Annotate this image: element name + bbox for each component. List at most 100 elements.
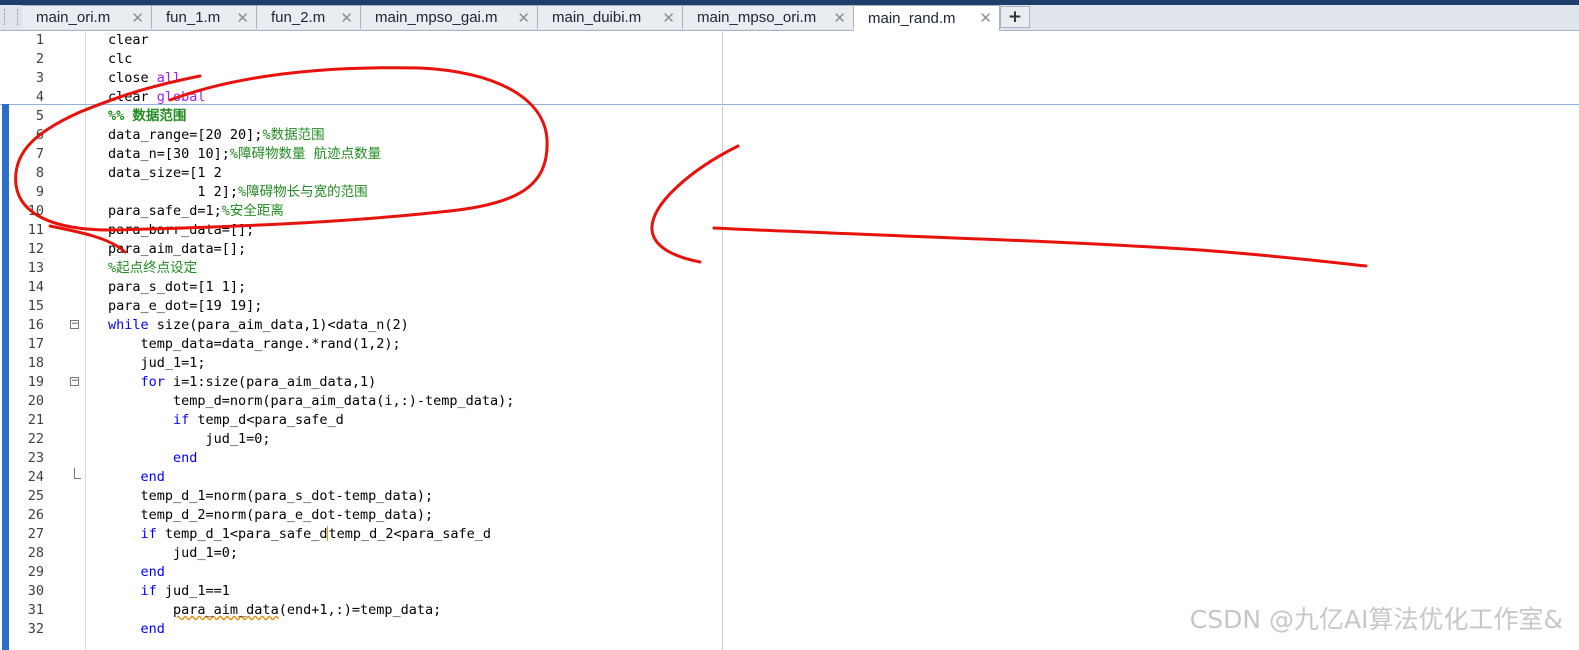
- code-line[interactable]: 1 clear: [0, 31, 1579, 50]
- tab-fun-2[interactable]: fun_2.m ✕: [257, 5, 361, 29]
- code-text: data_range=[20 20];%数据范围: [108, 126, 325, 145]
- code-token: temp_d_2<para_safe_d: [328, 526, 492, 542]
- keyword-token: end: [173, 450, 198, 466]
- line-number: 2: [35, 51, 44, 67]
- code-token: temp_d=norm(para_aim_data(i,:)-temp_data…: [108, 393, 515, 409]
- tab-fun-1[interactable]: fun_1.m ✕: [152, 5, 257, 29]
- keyword-token: if: [140, 526, 157, 542]
- line-number: 9: [35, 184, 44, 200]
- code-token: i=1:size(para_aim_data,1): [164, 374, 377, 390]
- code-line[interactable]: 9 1 2];%障碍物长与宽的范围: [0, 183, 1579, 202]
- code-line[interactable]: 19 − for i=1:size(para_aim_data,1): [0, 373, 1579, 392]
- code-text: temp_d_2=norm(para_e_dot-temp_data);: [108, 506, 434, 525]
- close-icon[interactable]: ✕: [517, 10, 530, 26]
- code-line[interactable]: 6 data_range=[20 20];%数据范围: [0, 126, 1579, 145]
- code-token: jud_1==1: [156, 583, 230, 599]
- comment-token: %障碍物数量 航迹点数量: [229, 146, 382, 162]
- code-text: temp_d_1=norm(para_s_dot-temp_data);: [108, 487, 434, 506]
- line-number: 20: [27, 393, 44, 409]
- code-line[interactable]: 15 para_e_dot=[19 19];: [0, 297, 1579, 316]
- tab-main-duibi[interactable]: main_duibi.m ✕: [538, 5, 683, 29]
- code-line[interactable]: 30 if jud_1==1: [0, 582, 1579, 601]
- keyword-token: if: [140, 583, 157, 599]
- code-line[interactable]: 24 end: [0, 468, 1579, 487]
- close-icon[interactable]: ✕: [131, 10, 144, 26]
- code-text: end: [108, 620, 165, 639]
- code-text: para_aim_data(end+1,:)=temp_data;: [108, 601, 441, 620]
- code-line[interactable]: 10 para_safe_d=1;%安全距离: [0, 202, 1579, 221]
- code-text: temp_data=data_range.*rand(1,2);: [108, 335, 401, 354]
- code-line[interactable]: 12 para_aim_data=[];: [0, 240, 1579, 259]
- code-line[interactable]: 22 jud_1=0;: [0, 430, 1579, 449]
- code-token: 1 2];: [108, 184, 239, 200]
- tab-main-ori[interactable]: main_ori.m ✕: [22, 5, 152, 29]
- code-line[interactable]: 21 if temp_d<para_safe_d: [0, 411, 1579, 430]
- code-line[interactable]: 7 data_n=[30 10];%障碍物数量 航迹点数量: [0, 145, 1579, 164]
- code-text: %% 数据范围: [108, 107, 186, 126]
- tab-main-mpso-gai[interactable]: main_mpso_gai.m ✕: [361, 5, 538, 29]
- editor-tab-bar: main_ori.m ✕ fun_1.m ✕ fun_2.m ✕ main_mp…: [0, 5, 1579, 31]
- code-line[interactable]: 28 jud_1=0;: [0, 544, 1579, 563]
- close-icon[interactable]: ✕: [833, 10, 846, 26]
- tab-main-rand[interactable]: main_rand.m ✕: [854, 5, 1000, 31]
- close-icon[interactable]: ✕: [662, 10, 675, 26]
- code-text: if jud_1==1: [108, 582, 230, 601]
- code-line[interactable]: 17 temp_data=data_range.*rand(1,2);: [0, 335, 1579, 354]
- tab-label: main_rand.m: [868, 10, 956, 27]
- code-line[interactable]: 16 − while size(para_aim_data,1)<data_n(2): [0, 316, 1579, 335]
- fold-toggle-icon[interactable]: −: [70, 377, 79, 386]
- code-line[interactable]: 4 clear global: [0, 88, 1579, 107]
- tab-main-mpso-ori[interactable]: main_mpso_ori.m ✕: [683, 5, 854, 29]
- line-number: 5: [35, 108, 44, 124]
- line-number: 27: [27, 526, 44, 542]
- code-line[interactable]: 5 %% 数据范围: [0, 107, 1579, 126]
- close-icon[interactable]: ✕: [236, 10, 249, 26]
- code-text: %起点终点设定: [108, 259, 197, 278]
- code-token: (end+1,:)=temp_data;: [278, 602, 442, 618]
- code-line[interactable]: 20 temp_d=norm(para_aim_data(i,:)-temp_d…: [0, 392, 1579, 411]
- line-number: 11: [27, 222, 44, 238]
- code-line[interactable]: 23 end: [0, 449, 1579, 468]
- code-token: para_e_dot=[19 19];: [108, 298, 263, 314]
- string-token: all: [156, 70, 182, 86]
- code-line[interactable]: 27 if temp_d_1<para_safe_dtemp_d_2<para_…: [0, 525, 1579, 544]
- code-token: jud_1=0;: [108, 431, 271, 447]
- tab-strip-handle-icon[interactable]: [4, 9, 18, 25]
- comment-token: %安全距离: [221, 203, 284, 219]
- plus-icon[interactable]: +: [1000, 6, 1030, 28]
- code-text: para_safe_d=1;%安全距离: [108, 202, 284, 221]
- code-text: if temp_d<para_safe_d: [108, 411, 344, 430]
- close-icon[interactable]: ✕: [979, 10, 992, 26]
- code-text: para_e_dot=[19 19];: [108, 297, 262, 316]
- code-token: temp_d<para_safe_d: [189, 412, 344, 428]
- close-icon[interactable]: ✕: [340, 10, 353, 26]
- code-line[interactable]: 25 temp_d_1=norm(para_s_dot-temp_data);: [0, 487, 1579, 506]
- code-line[interactable]: 8 data_size=[1 2: [0, 164, 1579, 183]
- code-line[interactable]: 11 para_barr_data=[];: [0, 221, 1579, 240]
- code-token: data_size=[1 2: [108, 165, 222, 181]
- fold-end-marker: [74, 468, 81, 479]
- code-line[interactable]: 13 %起点终点设定: [0, 259, 1579, 278]
- code-line[interactable]: 14 para_s_dot=[1 1];: [0, 278, 1579, 297]
- keyword-token: while: [108, 317, 149, 333]
- code-text: data_n=[30 10];%障碍物数量 航迹点数量: [108, 145, 381, 164]
- line-number: 6: [35, 127, 44, 143]
- watermark: CSDN @九亿AI算法优化工作室&: [1189, 605, 1563, 634]
- code-editor[interactable]: 1 clear 2 clc 3 close all 4 clear global 5 %% 数据范…: [0, 31, 1579, 650]
- code-text: temp_d=norm(para_aim_data(i,:)-temp_data…: [108, 392, 514, 411]
- code-line[interactable]: 3 close all: [0, 69, 1579, 88]
- code-line[interactable]: 26 temp_d_2=norm(para_e_dot-temp_data);: [0, 506, 1579, 525]
- code-line[interactable]: 18 jud_1=1;: [0, 354, 1579, 373]
- keyword-token: end: [140, 469, 165, 485]
- code-text: while size(para_aim_data,1)<data_n(2): [108, 316, 409, 335]
- code-line[interactable]: 29 end: [0, 563, 1579, 582]
- code-token: para_safe_d=1;: [108, 203, 222, 219]
- fold-toggle-icon[interactable]: −: [70, 320, 79, 329]
- code-line[interactable]: 2 clc: [0, 50, 1579, 69]
- line-number: 3: [35, 70, 44, 86]
- code-text: if temp_d_1<para_safe_dtemp_d_2<para_saf…: [108, 525, 491, 544]
